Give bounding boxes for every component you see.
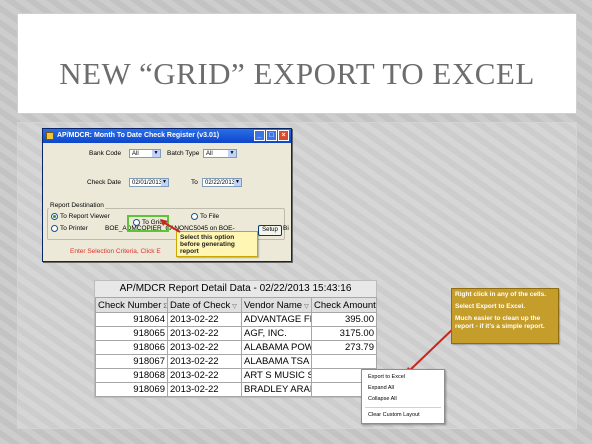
date-cell[interactable]: 2013-02-22: [167, 368, 242, 383]
report-detail-grid: AP/MDCR Report Detail Data - 02/22/2013 …: [94, 280, 377, 398]
amount-cell[interactable]: 3175.00: [311, 326, 377, 341]
check-number-cell[interactable]: 918067: [95, 354, 168, 369]
date-cell[interactable]: 2013-02-22: [167, 354, 242, 369]
column-header-vendor[interactable]: Vendor Name ▽: [241, 297, 312, 313]
check-number-cell[interactable]: 918066: [95, 340, 168, 355]
table-row[interactable]: 918069 2013-02-22 BRADLEY ARAN: [95, 382, 377, 397]
callout-line-2: Select Export to Excel.: [455, 302, 526, 310]
grid-header-row: Check NumberΣ▽ Date of Check▽ Vendor Nam…: [95, 297, 377, 313]
menu-item-collapse-all[interactable]: Collapse All: [362, 394, 444, 405]
sum-filter-icon[interactable]: Σ▽: [163, 304, 166, 310]
context-menu: Export to Excel Expand All Collapse All …: [361, 369, 445, 424]
column-header-date[interactable]: Date of Check ▽: [167, 297, 242, 313]
table-row[interactable]: 918064 2013-02-22 ADVANTAGE FIN 395.00: [95, 312, 377, 327]
date-cell[interactable]: 2013-02-22: [167, 340, 242, 355]
amount-cell[interactable]: [311, 354, 377, 369]
check-number-cell[interactable]: 918065: [95, 326, 168, 341]
menu-separator: [365, 407, 441, 408]
callout-export-excel: Right click in any of the cells. Select …: [451, 288, 559, 344]
check-number-cell[interactable]: 918064: [95, 312, 168, 327]
filter-icon[interactable]: ▽: [232, 304, 237, 310]
menu-item-export-to-excel[interactable]: Export to Excel: [362, 372, 444, 383]
column-header-check-number[interactable]: Check NumberΣ▽: [95, 297, 168, 313]
date-cell[interactable]: 2013-02-22: [167, 312, 242, 327]
column-header-amount[interactable]: Check AmountΣ▽: [311, 297, 377, 313]
check-number-cell[interactable]: 918069: [95, 382, 168, 397]
vendor-cell[interactable]: AGF, INC.: [241, 326, 312, 341]
vendor-cell[interactable]: ART S MUSIC S: [241, 368, 312, 383]
table-row[interactable]: 918068 2013-02-22 ART S MUSIC S: [95, 368, 377, 383]
amount-cell[interactable]: 273.79: [311, 340, 377, 355]
table-row[interactable]: 918066 2013-02-22 ALABAMA POWE 273.79: [95, 340, 377, 355]
arrow-to-grid-option: [162, 221, 181, 233]
amount-cell[interactable]: 395.00: [311, 312, 377, 327]
check-number-cell[interactable]: 918068: [95, 368, 168, 383]
arrow-to-context-menu: [407, 325, 457, 373]
vendor-cell[interactable]: ADVANTAGE FIN: [241, 312, 312, 327]
table-row[interactable]: 918065 2013-02-22 AGF, INC. 3175.00: [95, 326, 377, 341]
filter-icon[interactable]: ▽: [304, 304, 309, 310]
table-row[interactable]: 918067 2013-02-22 ALABAMA TSA: [95, 354, 377, 369]
date-cell[interactable]: 2013-02-22: [167, 382, 242, 397]
menu-item-clear-custom-layout[interactable]: Clear Custom Layout: [362, 410, 444, 421]
vendor-cell[interactable]: ALABAMA POWE: [241, 340, 312, 355]
menu-item-expand-all[interactable]: Expand All: [362, 383, 444, 394]
grid-table: Check NumberΣ▽ Date of Check▽ Vendor Nam…: [95, 297, 377, 397]
grid-title: AP/MDCR Report Detail Data - 02/22/2013 …: [95, 281, 376, 297]
date-cell[interactable]: 2013-02-22: [167, 326, 242, 341]
callout-line-3: Much easier to clean up the report - if …: [455, 314, 545, 331]
vendor-cell[interactable]: BRADLEY ARAN: [241, 382, 312, 397]
callout-line-1: Right click in any of the cells.: [455, 291, 547, 298]
vendor-cell[interactable]: ALABAMA TSA: [241, 354, 312, 369]
